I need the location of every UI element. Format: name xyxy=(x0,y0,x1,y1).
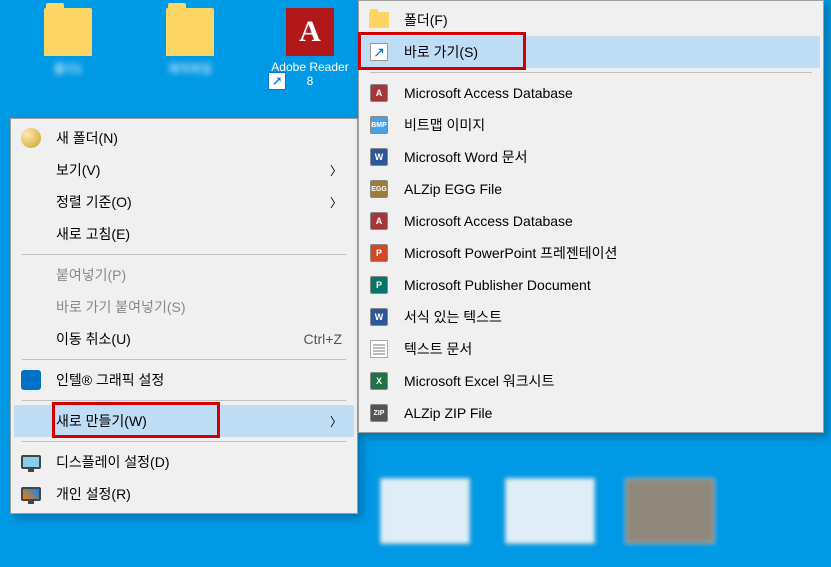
text-icon xyxy=(368,338,390,360)
menu-label: ALZip ZIP File xyxy=(404,405,808,421)
menu-label: 서식 있는 텍스트 xyxy=(404,307,808,327)
menu-personalize[interactable]: 개인 설정(R) xyxy=(14,478,354,510)
submenu-text[interactable]: 텍스트 문서 xyxy=(362,333,820,365)
access-icon: A xyxy=(368,82,390,104)
desktop-context-menu: 새 폴더(N) 보기(V) 〉 정렬 기준(O) 〉 새로 고침(E) 붙여넣기… xyxy=(10,118,358,514)
menu-label: 바로 가기(S) xyxy=(404,42,808,62)
menu-shortcut: Ctrl+Z xyxy=(304,331,343,347)
powerpoint-icon: P xyxy=(368,242,390,264)
menu-separator xyxy=(22,400,346,401)
menu-label: 새로 고침(E) xyxy=(56,224,342,244)
menu-separator xyxy=(22,441,346,442)
menu-label: 바로 가기 붙여넣기(S) xyxy=(56,297,342,317)
word-icon: W xyxy=(368,146,390,168)
menu-label: 정렬 기준(O) xyxy=(56,192,310,212)
egg-icon: EGG xyxy=(368,178,390,200)
menu-label: 폴더(F) xyxy=(404,10,808,30)
submenu-access[interactable]: A Microsoft Access Database xyxy=(362,77,820,109)
background-window xyxy=(625,478,715,544)
menu-separator xyxy=(22,254,346,255)
submenu-shortcut[interactable]: ↗ 바로 가기(S) xyxy=(362,36,820,68)
bitmap-icon: BMP xyxy=(368,114,390,136)
menu-new[interactable]: 새로 만들기(W) 〉 xyxy=(14,405,354,437)
intel-icon xyxy=(20,369,42,391)
monitor-icon xyxy=(20,483,42,505)
menu-label: 붙여넣기(P) xyxy=(56,265,342,285)
menu-paste-shortcut: 바로 가기 붙여넣기(S) xyxy=(14,291,354,323)
menu-label: 새로 만들기(W) xyxy=(56,411,310,431)
menu-refresh[interactable]: 새로 고침(E) xyxy=(14,218,354,250)
blank-icon xyxy=(20,264,42,286)
submenu-publisher[interactable]: P Microsoft Publisher Document xyxy=(362,269,820,301)
menu-undo-move[interactable]: 이동 취소(U) Ctrl+Z xyxy=(14,323,354,355)
folder-icon xyxy=(166,8,214,56)
submenu-access2[interactable]: A Microsoft Access Database xyxy=(362,205,820,237)
menu-label: 텍스트 문서 xyxy=(404,339,808,359)
blank-icon xyxy=(20,159,42,181)
blank-icon xyxy=(20,328,42,350)
monitor-icon xyxy=(20,451,42,473)
submenu-zip[interactable]: ZIP ALZip ZIP File xyxy=(362,397,820,429)
icon-label: 제작파일 xyxy=(150,60,230,77)
menu-display-settings[interactable]: 디스플레이 설정(D) xyxy=(14,446,354,478)
blank-icon xyxy=(20,410,42,432)
access-icon: A xyxy=(368,210,390,232)
menu-label: Microsoft Access Database xyxy=(404,213,808,229)
menu-intel-graphics[interactable]: 인텔® 그래픽 설정 xyxy=(14,364,354,396)
menu-label: Microsoft PowerPoint 프레젠테이션 xyxy=(404,243,808,263)
menu-label: 새 폴더(N) xyxy=(56,128,342,148)
chevron-right-icon: 〉 xyxy=(310,413,342,430)
shortcut-icon: ↗ xyxy=(368,41,390,63)
menu-label: 비트맵 이미지 xyxy=(404,115,808,135)
submenu-word[interactable]: W Microsoft Word 문서 xyxy=(362,141,820,173)
menu-sort-by[interactable]: 정렬 기준(O) 〉 xyxy=(14,186,354,218)
submenu-excel[interactable]: X Microsoft Excel 워크시트 xyxy=(362,365,820,397)
blank-icon xyxy=(20,223,42,245)
icon-label: 폴더1 xyxy=(28,60,108,77)
blank-icon xyxy=(20,296,42,318)
submenu-powerpoint[interactable]: P Microsoft PowerPoint 프레젠테이션 xyxy=(362,237,820,269)
folder-icon xyxy=(44,8,92,56)
menu-label: 인텔® 그래픽 설정 xyxy=(56,370,342,390)
excel-icon: X xyxy=(368,370,390,392)
menu-separator xyxy=(370,72,812,73)
menu-view[interactable]: 보기(V) 〉 xyxy=(14,154,354,186)
rtf-icon: W xyxy=(368,306,390,328)
submenu-egg[interactable]: EGG ALZip EGG File xyxy=(362,173,820,205)
sphere-icon xyxy=(20,127,42,149)
adobe-icon: A ↗ xyxy=(286,8,334,56)
menu-label: ALZip EGG File xyxy=(404,181,808,197)
menu-label: Microsoft Publisher Document xyxy=(404,277,808,293)
menu-label: 보기(V) xyxy=(56,160,310,180)
zip-icon: ZIP xyxy=(368,402,390,424)
chevron-right-icon: 〉 xyxy=(310,194,342,211)
menu-new-folder[interactable]: 새 폴더(N) xyxy=(14,122,354,154)
submenu-bitmap[interactable]: BMP 비트맵 이미지 xyxy=(362,109,820,141)
folder-icon xyxy=(368,9,390,31)
menu-label: Microsoft Excel 워크시트 xyxy=(404,371,808,391)
submenu-rtf[interactable]: W 서식 있는 텍스트 xyxy=(362,301,820,333)
desktop-adobe-reader[interactable]: A ↗ Adobe Reader 8 xyxy=(270,8,350,88)
menu-label: 이동 취소(U) xyxy=(56,329,274,349)
menu-paste: 붙여넣기(P) xyxy=(14,259,354,291)
menu-label: 개인 설정(R) xyxy=(56,484,342,504)
new-submenu: 폴더(F) ↗ 바로 가기(S) A Microsoft Access Data… xyxy=(358,0,824,433)
menu-separator xyxy=(22,359,346,360)
blank-icon xyxy=(20,191,42,213)
menu-label: 디스플레이 설정(D) xyxy=(56,452,342,472)
desktop-folder-2[interactable]: 제작파일 xyxy=(150,8,230,77)
publisher-icon: P xyxy=(368,274,390,296)
shortcut-arrow-icon: ↗ xyxy=(268,72,286,90)
menu-label: Microsoft Word 문서 xyxy=(404,147,808,167)
desktop-folder-1[interactable]: 폴더1 xyxy=(28,8,108,77)
submenu-folder[interactable]: 폴더(F) xyxy=(362,4,820,36)
background-window xyxy=(380,478,470,544)
menu-label: Microsoft Access Database xyxy=(404,85,808,101)
chevron-right-icon: 〉 xyxy=(310,162,342,179)
background-window xyxy=(505,478,595,544)
